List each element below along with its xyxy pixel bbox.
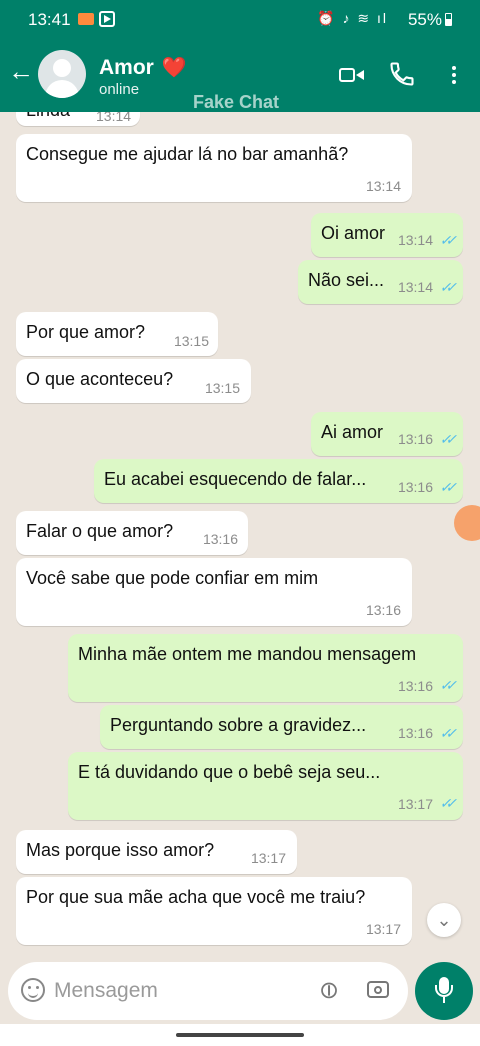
message-text: Linda xyxy=(26,112,70,121)
message-time: 13:16 xyxy=(365,602,401,618)
contact-status: online xyxy=(99,81,140,98)
read-receipt-icon: ✓✓ xyxy=(439,795,458,811)
message-time: 13:15 xyxy=(173,333,209,349)
message-bubble[interactable]: Por que amor? 13:15 xyxy=(16,312,218,356)
read-receipt-icon: ✓✓ xyxy=(439,677,458,693)
message-time: 13:14 xyxy=(397,279,433,295)
fake-chat-watermark: Fake Chat xyxy=(193,92,280,112)
message-bubble[interactable]: Por que sua mãe acha que você me traiu? … xyxy=(16,877,412,945)
message-text: O que aconteceu? xyxy=(26,369,174,389)
play-store-icon xyxy=(99,11,115,27)
floating-recorder-icon[interactable] xyxy=(454,505,480,541)
system-icons: ⏰ ♪ ≋ ıl xyxy=(317,10,388,26)
video-call-icon[interactable] xyxy=(338,60,368,90)
message-text: Não sei... xyxy=(308,270,385,290)
recording-icon xyxy=(78,13,94,25)
home-gesture-bar[interactable] xyxy=(176,1033,304,1037)
chat-header: ← Amor ❤️ online Fake Chat xyxy=(0,40,480,112)
message-bubble[interactable]: Linda 13:14 xyxy=(16,112,140,126)
emoji-icon[interactable] xyxy=(21,978,45,1002)
read-receipt-icon: ✓✓ xyxy=(439,479,458,495)
message-bubble[interactable]: Ai amor 13:16 ✓✓ xyxy=(311,412,463,456)
message-text: Por que amor? xyxy=(26,322,146,342)
message-time: 13:14 xyxy=(96,112,132,124)
message-time: 13:16 xyxy=(397,678,433,694)
battery-level: 55% xyxy=(407,10,442,29)
message-text: Eu acabei esquecendo de falar... xyxy=(104,469,367,489)
more-options-icon[interactable] xyxy=(440,60,466,90)
message-text: Você sabe que pode confiar em mim xyxy=(26,568,319,588)
message-list[interactable]: Linda 13:14 Consegue me ajudar lá no bar… xyxy=(0,112,480,950)
message-bubble[interactable]: Falar o que amor? 13:16 xyxy=(16,511,248,555)
attach-icon[interactable]: ⊘ xyxy=(312,973,347,1008)
message-time: 13:16 xyxy=(397,725,433,741)
read-receipt-icon: ✓✓ xyxy=(439,232,458,248)
read-receipt-icon: ✓✓ xyxy=(439,725,458,741)
message-input-bar: ⊘ xyxy=(8,962,408,1020)
heart-emoji: ❤️ xyxy=(161,57,187,79)
message-time: 13:15 xyxy=(204,380,240,396)
message-time: 13:17 xyxy=(397,796,433,812)
scroll-down-icon[interactable]: ⌄ xyxy=(427,903,461,937)
read-receipt-icon: ✓✓ xyxy=(439,279,458,295)
contact-name[interactable]: Amor ❤️ xyxy=(99,55,187,80)
back-arrow-icon[interactable]: ← xyxy=(6,56,36,86)
camera-icon[interactable] xyxy=(367,981,389,998)
message-bubble[interactable]: Oi amor 13:14 ✓✓ xyxy=(311,213,463,257)
mic-icon[interactable] xyxy=(415,962,473,1020)
message-text: Perguntando sobre a gravidez... xyxy=(110,715,367,735)
avatar[interactable] xyxy=(38,50,86,98)
message-text: E tá duvidando que o bebê seja seu... xyxy=(78,762,381,782)
message-text: Mas porque isso amor? xyxy=(26,840,215,860)
message-time: 13:17 xyxy=(365,921,401,937)
message-time: 13:16 xyxy=(397,431,433,447)
message-text: Consegue me ajudar lá no bar amanhã? xyxy=(26,144,349,164)
message-bubble[interactable]: E tá duvidando que o bebê seja seu... 13… xyxy=(68,752,463,820)
message-text: Minha mãe ontem me mandou mensagem xyxy=(78,644,417,664)
system-nav-bar xyxy=(0,1024,480,1046)
message-bubble[interactable]: Não sei... 13:14 ✓✓ xyxy=(298,260,463,304)
message-time: 13:14 xyxy=(365,178,401,194)
message-bubble[interactable]: Eu acabei esquecendo de falar... 13:16 ✓… xyxy=(94,459,463,503)
message-text: Falar o que amor? xyxy=(26,521,174,541)
status-time: 13:41 xyxy=(28,10,71,29)
message-bubble[interactable]: Mas porque isso amor? 13:17 xyxy=(16,830,297,874)
message-bubble[interactable]: Consegue me ajudar lá no bar amanhã? 13:… xyxy=(16,134,412,202)
message-bubble[interactable]: Você sabe que pode confiar em mim 13:16 xyxy=(16,558,412,626)
read-receipt-icon: ✓✓ xyxy=(439,431,458,447)
battery-icon xyxy=(445,13,452,26)
contact-name-text: Amor xyxy=(99,56,154,79)
message-time: 13:17 xyxy=(250,850,286,866)
status-bar: 13:41 ⏰ ♪ ≋ ıl 55% xyxy=(0,0,480,40)
message-bubble[interactable]: Minha mãe ontem me mandou mensagem 13:16… xyxy=(68,634,463,702)
message-text: Por que sua mãe acha que você me traiu? xyxy=(26,887,366,907)
message-bubble[interactable]: O que aconteceu? 13:15 xyxy=(16,359,251,403)
phone-call-icon[interactable] xyxy=(388,60,418,90)
message-time: 13:14 xyxy=(397,232,433,248)
message-text: Oi amor xyxy=(321,223,386,243)
message-input[interactable] xyxy=(52,978,306,1004)
message-text: Ai amor xyxy=(321,422,384,442)
message-time: 13:16 xyxy=(397,479,433,495)
message-bubble[interactable]: Perguntando sobre a gravidez... 13:16 ✓✓ xyxy=(100,705,463,749)
message-time: 13:16 xyxy=(202,531,238,547)
